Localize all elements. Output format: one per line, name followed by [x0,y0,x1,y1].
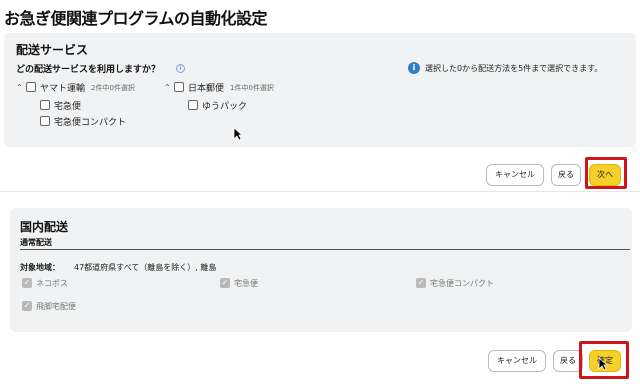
back-button[interactable]: 戻る [551,164,581,186]
collapse-chevron-icon[interactable]: ⌃ [164,83,171,92]
cancel-button[interactable]: キャンセル [486,164,544,186]
option-checkbox-yupack[interactable] [188,100,198,110]
selection-note: 選択した0から配送方法を5件まで選択できます。 [425,64,603,73]
carrier-checkbox-yamato[interactable] [26,82,36,92]
domestic-shipping-panel: 国内配送 通常配送 対象地域： 47都道府県すべて（離島を除く）, 離島 ✓ ネ… [10,208,632,332]
option-label-takkyubin: 宅急便 [54,102,82,112]
method-label-hikyaku: 飛脚宅配便 [36,302,76,311]
carrier-checkbox-japanpost[interactable] [174,82,184,92]
page-title: お急ぎ便関連プログラムの自動化設定 [4,9,268,28]
shipping-question: どの配送サービスを利用しますか？ [16,65,161,75]
subtitle-underline [20,249,630,250]
checked-checkbox-takkyubin: ✓ [220,278,230,288]
option-checkbox-takkyubin-compact[interactable] [40,116,50,126]
collapse-chevron-icon[interactable]: ⌃ [16,83,23,92]
cancel-button[interactable]: キャンセル [488,350,546,372]
domestic-title: 国内配送 [20,220,69,234]
checked-checkbox-hikyaku: ✓ [22,301,32,311]
domestic-subtitle: 通常配送 [20,238,52,247]
info-filled-icon: i [408,62,420,74]
area-label: 対象地域： [20,263,60,272]
highlight-box [585,157,627,189]
section-divider [0,191,640,192]
shipping-service-panel: 配送サービス どの配送サービスを利用しますか？ i i 選択した0から配送方法を… [4,33,636,147]
method-label-takkyubin-compact: 宅急便コンパクト [430,279,494,288]
option-checkbox-takkyubin[interactable] [40,100,50,110]
option-label-takkyubin-compact: 宅急便コンパクト [54,118,127,128]
mouse-cursor-icon [598,357,608,371]
method-label-takkyubin: 宅急便 [234,279,258,288]
carrier-label-japanpost: 日本郵便 [188,84,225,94]
option-label-yupack: ゆうパック [202,102,248,112]
mouse-cursor-icon [233,127,243,141]
method-label-nekopos: ネコポス [36,279,68,288]
info-icon[interactable]: i [176,64,185,73]
checked-checkbox-nekopos: ✓ [22,278,32,288]
carrier-count-japanpost: 1件中0件選択 [230,84,274,92]
area-value: 47都道府県すべて（離島を除く）, 離島 [74,263,217,272]
checked-checkbox-takkyubin-compact: ✓ [416,278,426,288]
carrier-label-yamato: ヤマト運輸 [40,84,86,94]
carrier-count-yamato: 2件中0件選択 [91,84,135,92]
shipping-service-title: 配送サービス [16,43,89,57]
